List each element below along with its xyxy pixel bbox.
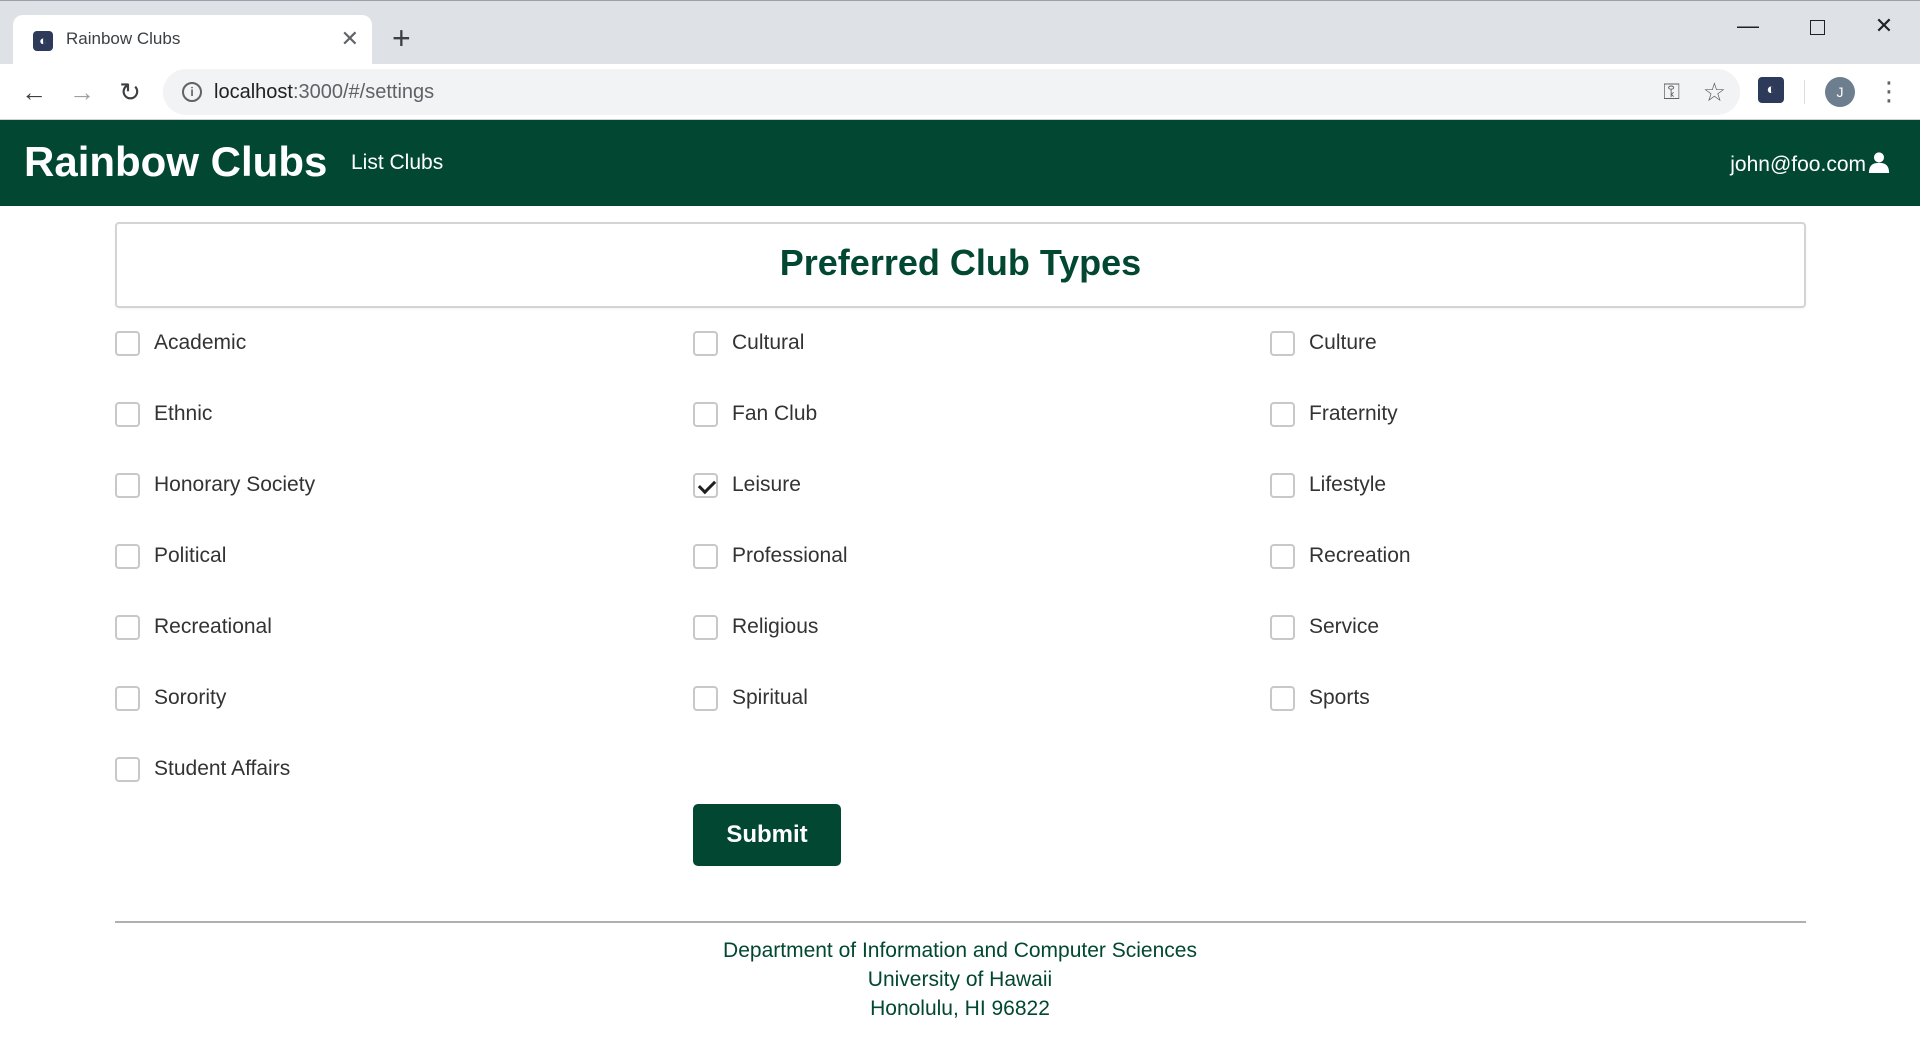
checkbox-label: Professional [732, 544, 848, 567]
url-text[interactable]: localhost:3000/#/settings [214, 81, 434, 104]
footer-department: Department of Information and Computer S… [723, 939, 1197, 962]
checkbox-option[interactable]: Sorority [115, 678, 226, 718]
checkbox[interactable] [115, 614, 140, 640]
checkbox-option[interactable]: Service [1270, 607, 1379, 647]
checkbox-label: Lifestyle [1309, 473, 1387, 496]
user-icon [1868, 152, 1890, 173]
new-tab-icon[interactable]: + [392, 22, 411, 54]
checkbox-option[interactable]: Religious [693, 607, 818, 647]
footer: Department of Information and Computer S… [0, 936, 1920, 1023]
favicon-icon: ◐ [33, 31, 53, 51]
checkbox-label: Sorority [154, 686, 227, 709]
footer-university: University of Hawaii [867, 968, 1053, 991]
forward-icon[interactable]: → [64, 74, 100, 110]
checkbox[interactable] [1270, 543, 1295, 569]
submit-button[interactable]: Submit [693, 804, 841, 866]
checkbox[interactable] [693, 685, 718, 711]
checkbox-label: Spiritual [732, 686, 808, 709]
checkbox[interactable] [693, 543, 718, 569]
star-icon[interactable]: ☆ [1703, 77, 1726, 108]
close-tab-icon[interactable]: ✕ [341, 26, 359, 52]
toolbar-separator [1804, 80, 1805, 104]
minimize-icon[interactable]: — [1728, 11, 1768, 41]
checkbox-option[interactable]: Leisure [693, 465, 801, 505]
checkbox-option[interactable]: Honorary Society [115, 465, 315, 505]
checkbox-label: Fraternity [1309, 402, 1398, 425]
footer-divider [115, 921, 1806, 923]
checkbox-label: Cultural [732, 331, 805, 354]
window-close-icon[interactable]: ✕ [1864, 11, 1904, 41]
checkbox-option[interactable]: Recreational [115, 607, 272, 647]
checkbox[interactable] [693, 401, 718, 427]
checkbox[interactable] [115, 543, 140, 569]
checkbox-label: Ethnic [154, 402, 213, 425]
tab-title: Rainbow Clubs [66, 29, 181, 48]
checkbox[interactable] [1270, 401, 1295, 427]
checkbox-option[interactable]: Ethnic [115, 394, 212, 434]
checkbox[interactable] [1270, 685, 1295, 711]
checkbox-label: Recreation [1309, 544, 1411, 567]
checkbox-option[interactable]: Lifestyle [1270, 465, 1386, 505]
checkbox-label: Leisure [732, 473, 801, 496]
user-menu[interactable]: john@foo.com [1730, 151, 1890, 177]
checkbox[interactable] [115, 330, 140, 356]
checkbox-option[interactable]: Academic [115, 323, 246, 363]
checkbox-label: Fan Club [732, 402, 818, 425]
checkbox-option[interactable]: Recreation [1270, 536, 1411, 576]
checkbox[interactable] [693, 330, 718, 356]
browser-tab-bar: ◐ Rainbow Clubs ✕ + — ✕ [0, 0, 1920, 65]
checkbox-label: Sports [1309, 686, 1370, 709]
checkbox-option[interactable]: Culture [1270, 323, 1377, 363]
menu-icon[interactable]: ⋮ [1876, 74, 1902, 108]
checkbox-label: Political [154, 544, 227, 567]
checkbox-label: Recreational [154, 615, 272, 638]
checkbox-label: Religious [732, 615, 819, 638]
checkbox-option[interactable]: Spiritual [693, 678, 808, 718]
page-title: Preferred Club Types [779, 242, 1142, 283]
reload-icon[interactable]: ↻ [112, 74, 148, 110]
checkbox[interactable] [1270, 614, 1295, 640]
checkbox[interactable] [1270, 330, 1295, 356]
checkbox[interactable] [1270, 472, 1295, 498]
checkbox-option[interactable]: Political [115, 536, 226, 576]
checkbox-label: Service [1309, 615, 1380, 638]
checkbox-option[interactable]: Fan Club [693, 394, 817, 434]
title-card: Preferred Club Types [115, 222, 1806, 308]
back-icon[interactable]: ← [16, 74, 52, 110]
checkbox-option[interactable]: Cultural [693, 323, 804, 363]
key-icon[interactable]: ⚿ [1663, 79, 1680, 105]
checkbox-option[interactable]: Student Affairs [115, 749, 290, 789]
checkbox-label: Academic [154, 331, 247, 354]
brand-logo[interactable]: Rainbow Clubs [24, 138, 327, 186]
checkbox-option[interactable]: Fraternity [1270, 394, 1398, 434]
checkbox[interactable] [693, 472, 718, 498]
info-icon[interactable]: i [182, 82, 202, 102]
checkbox[interactable] [115, 756, 140, 782]
list-clubs-link[interactable]: List Clubs [351, 151, 443, 175]
maximize-icon[interactable] [1797, 11, 1837, 41]
user-email: john@foo.com [1730, 153, 1866, 176]
checkbox[interactable] [693, 614, 718, 640]
avatar[interactable]: J [1825, 77, 1855, 107]
checkbox[interactable] [115, 401, 140, 427]
browser-toolbar: ← → ↻ i localhost:3000/#/settings ⚿ ☆ ◐ … [0, 64, 1920, 120]
checkbox-label: Honorary Society [154, 473, 316, 496]
checkbox[interactable] [115, 685, 140, 711]
checkbox-option[interactable]: Sports [1270, 678, 1370, 718]
footer-address: Honolulu, HI 96822 [870, 997, 1050, 1020]
checkbox-label: Student Affairs [154, 757, 291, 780]
checkbox-label: Culture [1309, 331, 1377, 354]
checkbox-option[interactable]: Professional [693, 536, 848, 576]
browser-tab[interactable]: ◐ Rainbow Clubs ✕ [13, 15, 372, 65]
extension-icon[interactable]: ◐ [1758, 77, 1784, 103]
app-navbar: Rainbow Clubs List Clubs john@foo.com [0, 120, 1920, 206]
checkbox[interactable] [115, 472, 140, 498]
address-bar[interactable]: i localhost:3000/#/settings ⚿ ☆ [163, 69, 1740, 115]
